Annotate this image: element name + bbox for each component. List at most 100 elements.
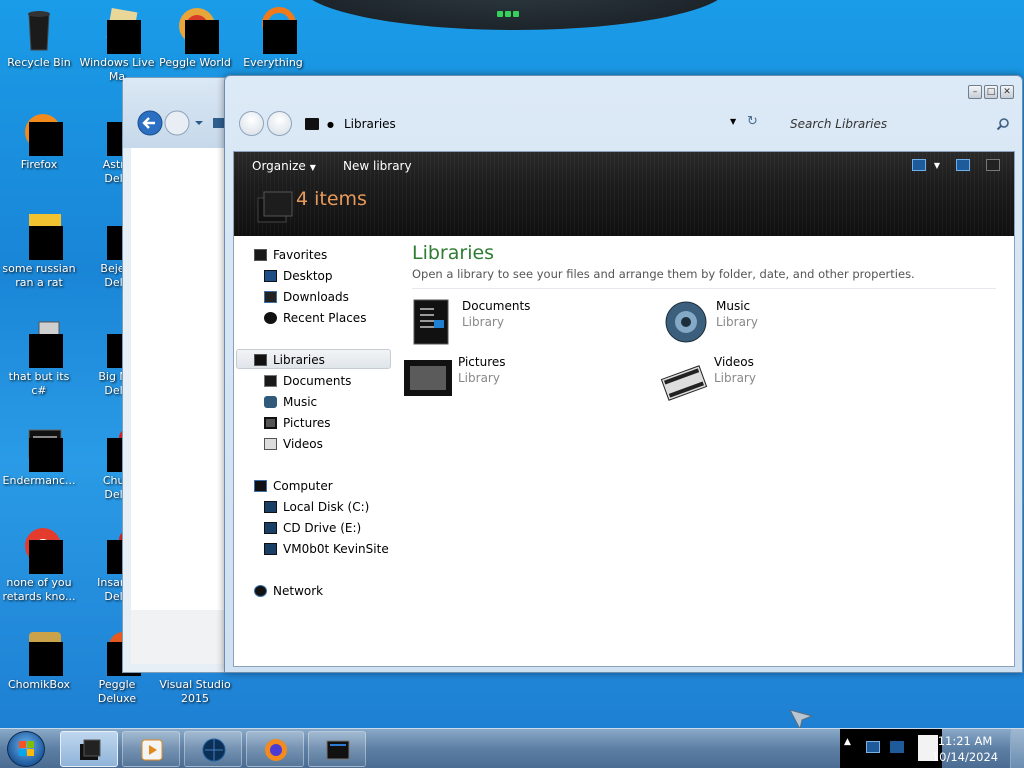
- nav-desktop[interactable]: Desktop: [264, 266, 333, 286]
- nav-downloads-label: Downloads: [283, 290, 349, 304]
- desktop-icon-some-russian[interactable]: e some russian ran a rat: [0, 212, 78, 290]
- library-name: Pictures: [458, 355, 506, 369]
- nav-recent-label: Recent Places: [283, 311, 367, 325]
- nav-network[interactable]: Network: [254, 581, 323, 601]
- page-title: Libraries: [412, 242, 495, 264]
- nav-documents[interactable]: Documents: [264, 371, 351, 391]
- documents-library-icon: [408, 298, 456, 345]
- network-icon: [254, 585, 267, 597]
- nav-desktop-label: Desktop: [283, 269, 333, 283]
- nav-computer[interactable]: Computer: [254, 476, 333, 496]
- breadcrumb-chevron-icon[interactable]: ●: [327, 120, 334, 129]
- address-bar[interactable]: ● Libraries: [305, 112, 745, 136]
- show-desktop-button[interactable]: [1010, 729, 1024, 768]
- nav-pictures[interactable]: Pictures: [264, 413, 331, 433]
- library-tile-documents[interactable]: Documents Library: [408, 298, 530, 345]
- preview-pane-icon[interactable]: [956, 159, 970, 171]
- desktop-icon-endermanch[interactable]: Endermanc...: [0, 424, 78, 488]
- command-bar: Organize ▼ New library ▼ 4 items: [234, 152, 1014, 236]
- taskbar-media-player-button[interactable]: [122, 731, 180, 767]
- libraries-address-icon: [305, 118, 319, 130]
- start-button[interactable]: [7, 731, 45, 767]
- taskbar-firefox-button[interactable]: [246, 731, 304, 767]
- chevron-down-icon: ▼: [309, 163, 316, 172]
- clock-date: 10/14/2024: [931, 750, 999, 764]
- view-controls: ▼: [911, 159, 1000, 171]
- nav-local-disk[interactable]: Local Disk (C:): [264, 497, 369, 517]
- nav-favorites[interactable]: Favorites: [254, 245, 327, 265]
- organize-button[interactable]: Organize ▼: [252, 159, 316, 173]
- desktop-icon-that-but-its-csharp[interactable]: that but its c#: [0, 320, 78, 398]
- desktop-icon-chomikbox[interactable]: ChomikBox: [0, 628, 78, 692]
- help-icon[interactable]: [986, 159, 1000, 171]
- nav-music[interactable]: Music: [264, 392, 317, 412]
- library-tile-videos[interactable]: Videos Library: [660, 354, 756, 401]
- minimize-button[interactable]: –: [968, 85, 982, 99]
- nav-cd-drive-label: CD Drive (E:): [283, 521, 362, 535]
- nav-downloads[interactable]: Downloads: [264, 287, 349, 307]
- nav-cd-drive[interactable]: CD Drive (E:): [264, 518, 361, 538]
- close-button[interactable]: ✕: [1000, 85, 1014, 99]
- address-dropdown-icon[interactable]: ▼: [730, 117, 736, 126]
- globe-icon: [202, 738, 226, 762]
- forward-button[interactable]: [267, 111, 292, 136]
- nav-recent-places[interactable]: Recent Places: [264, 308, 366, 328]
- window-icon: [15, 424, 63, 472]
- desktop-icon-none-of-you[interactable]: none of you retards kno...: [0, 526, 78, 604]
- background-window-details: [131, 610, 226, 664]
- library-tile-music[interactable]: Music Library: [662, 298, 758, 343]
- action-center-icon[interactable]: [890, 741, 904, 753]
- cd-drive-icon: [264, 522, 277, 534]
- nav-pictures-label: Pictures: [283, 416, 331, 430]
- chomikbox-icon: [15, 628, 63, 676]
- taskbar-window-button[interactable]: [308, 731, 366, 767]
- nav-music-label: Music: [283, 395, 318, 409]
- search-input[interactable]: Search Libraries: [780, 112, 1014, 136]
- recycle-bin-icon: [15, 6, 63, 54]
- change-view-icon[interactable]: [911, 159, 926, 171]
- desktop-icon-recycle-bin[interactable]: Recycle Bin: [0, 6, 78, 70]
- view-dropdown-icon[interactable]: ▼: [934, 161, 940, 170]
- back-button[interactable]: [239, 111, 264, 136]
- videos-library-icon: [660, 354, 708, 401]
- background-window-body: [131, 148, 226, 610]
- nav-libraries-label: Libraries: [273, 353, 325, 367]
- nav-videos[interactable]: Videos: [264, 434, 323, 454]
- pictures-library-icon: [404, 354, 452, 396]
- nav-libraries[interactable]: Libraries: [254, 350, 325, 370]
- chrome-icon: [15, 526, 63, 574]
- nav-videos-label: Videos: [283, 437, 323, 451]
- maximize-button[interactable]: □: [984, 85, 998, 99]
- music-library-icon: [662, 298, 710, 343]
- desktop-icon-windows-live[interactable]: Windows Live Ma: [78, 6, 156, 84]
- background-window-nav: [137, 110, 227, 139]
- navigation-bar: ● Libraries ▼ ↻ Search Libraries: [235, 109, 1012, 137]
- desktop-icon-peggle-world[interactable]: Peggle World: [156, 6, 234, 70]
- explorer-window[interactable]: – □ ✕ ● Libraries ▼ ↻ Search Libraries O…: [224, 75, 1023, 673]
- taskbar-explorer-button[interactable]: [60, 731, 118, 767]
- libraries-icon: [254, 354, 267, 366]
- library-type: Library: [462, 315, 504, 329]
- cursor-icon: [790, 709, 814, 730]
- taskbar: ▲ 11:21 AM 10/14/2024: [0, 728, 1024, 768]
- network-tray-icon[interactable]: [866, 741, 880, 753]
- file-icon: e: [15, 212, 63, 260]
- new-library-button[interactable]: New library: [343, 159, 412, 173]
- taskbar-globe-button[interactable]: [184, 731, 242, 767]
- nav-network-drive[interactable]: VM0b0t KevinSite: [264, 539, 389, 559]
- window-taskbar-icon: [326, 740, 350, 760]
- library-tile-pictures[interactable]: Pictures Library: [404, 354, 506, 396]
- breadcrumb-libraries[interactable]: Libraries: [344, 117, 396, 131]
- desktop-icon-firefox[interactable]: Firefox: [0, 108, 78, 172]
- search-icon[interactable]: [996, 117, 1010, 131]
- libraries-large-icon: [257, 191, 293, 223]
- nav-computer-label: Computer: [273, 479, 333, 493]
- library-name: Music: [716, 299, 751, 313]
- tray-overflow-icon[interactable]: ▲: [844, 737, 851, 747]
- taskbar-clock[interactable]: 11:21 AM 10/14/2024: [930, 733, 1000, 765]
- windows-logo-icon: [19, 741, 34, 756]
- desktop-icon-everything[interactable]: Everything: [234, 6, 312, 70]
- refresh-icon[interactable]: ↻: [747, 114, 758, 129]
- search-placeholder: Search Libraries: [790, 117, 888, 131]
- navigation-pane: Favorites Desktop Downloads Recent Place…: [234, 236, 394, 666]
